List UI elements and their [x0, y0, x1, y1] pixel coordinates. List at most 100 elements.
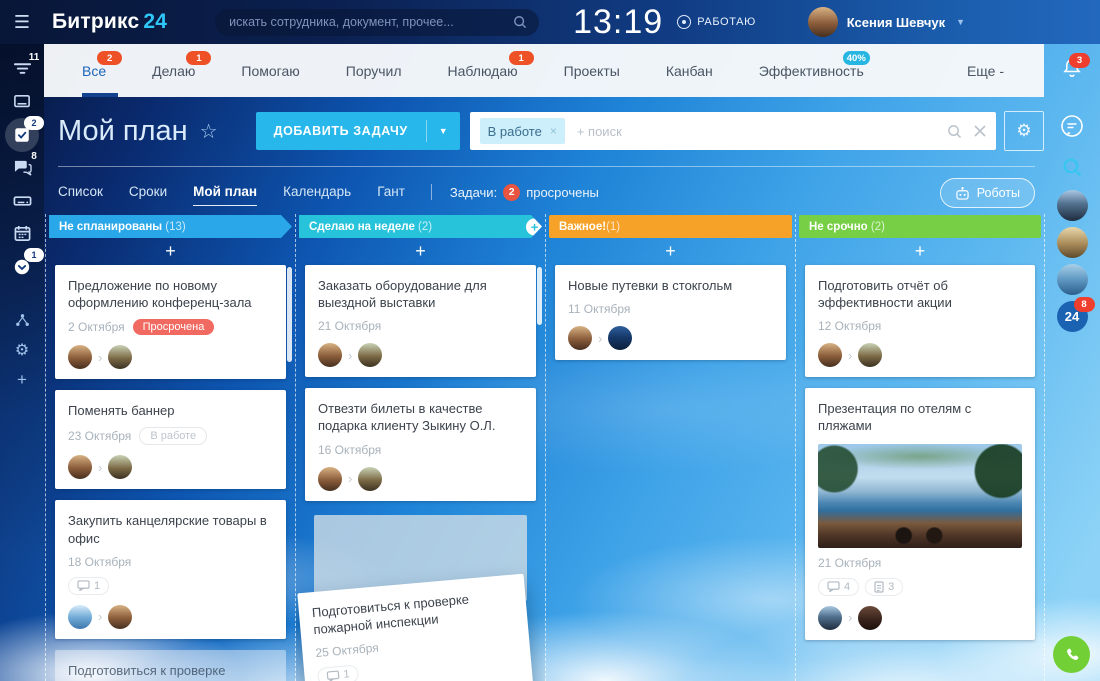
filter-search-input[interactable] [574, 122, 947, 140]
assignee-avatar[interactable] [358, 466, 383, 491]
comments-count: 1 [343, 668, 351, 681]
task-due-date: 23 Октября [68, 429, 132, 444]
global-search[interactable] [215, 8, 540, 36]
tab-7[interactable]: Канбан [666, 44, 713, 97]
quick-search-button[interactable] [1062, 157, 1083, 178]
logo-number: 24 [143, 10, 168, 33]
favorite-star-icon[interactable]: ☆ [200, 119, 218, 144]
assignee-avatar[interactable] [608, 326, 633, 351]
creator-avatar[interactable] [68, 345, 92, 370]
column-header[interactable]: Сделаю на неделе (2) + [299, 215, 542, 238]
assignee-avatar[interactable] [108, 604, 133, 629]
creator-avatar[interactable] [68, 604, 92, 629]
sidebar-item-monitor[interactable] [4, 85, 40, 118]
add-task-dropdown-icon[interactable]: ▼ [427, 126, 460, 136]
work-status-toggle[interactable]: РАБОТАЮ [677, 15, 756, 29]
tab-6[interactable]: Проекты [564, 44, 620, 97]
column-add-icon[interactable]: + [526, 218, 543, 235]
sidebar-item-plus[interactable]: + [4, 365, 40, 395]
messenger-button[interactable] [1059, 113, 1085, 139]
creator-avatar[interactable] [318, 466, 342, 491]
sidebar-item-feed[interactable]: 11 [4, 52, 40, 85]
tab-3[interactable]: Помогаю [241, 44, 299, 97]
call-button[interactable] [1053, 636, 1090, 673]
add-task-button[interactable]: ДОБАВИТЬ ЗАДАЧУ ▼ [255, 112, 460, 150]
overdue-count-badge: 2 [503, 183, 521, 201]
task-card[interactable]: Поменять баннер 23 Октября В работе › [55, 390, 286, 490]
notifications-button[interactable]: 3 [1061, 53, 1090, 79]
sidebar-item-calendar[interactable] [4, 217, 40, 250]
b24-badge: 8 [1073, 297, 1095, 312]
sidebar-item-tasks[interactable]: 2 [4, 116, 44, 152]
filter-search-icon[interactable] [947, 124, 962, 139]
overdue-counter-prefix: Задачи: [449, 184, 498, 200]
filter-search-bar[interactable]: В работе × [469, 112, 996, 150]
checklist-badge: 3 [865, 577, 904, 596]
view-tab-4[interactable]: Календарь [283, 184, 351, 206]
recent-contact-2[interactable] [1056, 227, 1088, 258]
task-card[interactable]: Отвезти билеты в качестве подарка клиент… [305, 388, 536, 501]
sidebar-item-gear[interactable]: ⚙ [4, 335, 40, 365]
overdue-counter-suffix: просрочены [526, 184, 599, 200]
tab-4[interactable]: Поручил [346, 44, 402, 97]
tab-8[interactable]: Эффективность 40% [759, 44, 870, 97]
creator-avatar[interactable] [568, 326, 592, 351]
menu-icon[interactable]: ☰ [0, 12, 44, 33]
global-search-input[interactable] [227, 14, 514, 30]
filter-clear-icon[interactable] [974, 125, 986, 137]
assignee-avatar[interactable] [108, 345, 133, 370]
assignee-avatar[interactable] [358, 343, 383, 368]
creator-avatar[interactable] [318, 343, 342, 368]
tab-1[interactable]: Все 2 [82, 44, 123, 97]
remove-filter-icon[interactable]: × [550, 124, 557, 138]
column-header[interactable]: Важное! (1) [549, 215, 792, 238]
robots-button[interactable]: Роботы [939, 178, 1035, 208]
creator-avatar[interactable] [818, 605, 842, 630]
view-tab-3[interactable]: Мой план [193, 184, 258, 206]
column-quick-add-button[interactable]: + [296, 238, 545, 265]
creator-avatar[interactable] [818, 343, 842, 368]
column-quick-add-button[interactable]: + [796, 238, 1044, 265]
task-due-date: 11 Октября [568, 302, 631, 317]
creator-avatar[interactable] [68, 455, 92, 480]
kanban-column-1: Не спланированы (13) + Предложение по ново… [45, 214, 295, 681]
column-quick-add-button[interactable]: + [46, 238, 295, 265]
task-card[interactable]: Закупить канцелярские товары в офис 18 Ок… [55, 500, 286, 639]
column-header[interactable]: Не спланированы (13) [49, 215, 292, 238]
comments-badge: 1 [68, 576, 110, 595]
sidebar-item-chat[interactable]: 8 [4, 151, 40, 184]
view-tab-5[interactable]: Гант [377, 184, 405, 206]
task-card[interactable]: Новые путевки в стокгольм 11 Октября › [555, 265, 786, 361]
assignee-avatar[interactable] [108, 455, 133, 480]
recent-contact-1[interactable] [1056, 190, 1088, 221]
user-menu[interactable]: Ксения Шевчук ▼ [807, 7, 965, 37]
sidebar-item-time[interactable]: 1 [4, 248, 44, 283]
assignee-avatar[interactable] [858, 605, 883, 630]
board-settings-button[interactable]: ⚙ [1004, 111, 1044, 151]
task-filter-tabbar: Все 2 Делаю 1 Помогаю Поручил Наблюдаю 1 Проекты… [44, 44, 1044, 97]
task-card[interactable]: Презентация по отелям с пляжами 21 Октябр… [805, 388, 1035, 640]
task-card[interactable]: Подготовиться к проверке пожарной инспек… [55, 649, 286, 681]
column-header[interactable]: Не срочно (2) [799, 215, 1041, 238]
assignee-avatar[interactable] [858, 343, 883, 368]
recent-contact-3[interactable] [1056, 264, 1088, 295]
filter-tag-in-progress[interactable]: В работе × [479, 118, 565, 144]
sidebar-item-drive[interactable] [4, 184, 40, 217]
task-card[interactable]: Заказать оборудование для выездной выста… [305, 265, 536, 378]
task-due-date: 21 Октября [818, 555, 882, 570]
bitrix24-network-button[interactable]: 24 8 [1056, 297, 1095, 332]
task-card[interactable]: Подготовиться к проверке пожарной инспек… [297, 573, 536, 681]
tab-5[interactable]: Наблюдаю 1 [448, 44, 534, 97]
task-card[interactable]: Предложение по новому оформлению конфере… [55, 265, 286, 380]
column-scrollbar[interactable] [287, 267, 292, 362]
column-quick-add-button[interactable]: + [546, 238, 795, 265]
tab-9[interactable]: Еще - [967, 44, 1004, 97]
tab-2[interactable]: Делаю 1 [152, 44, 212, 97]
view-tab-2[interactable]: Сроки [129, 184, 167, 206]
sidebar-item-structure[interactable] [4, 305, 40, 335]
comments-badge: 1 [316, 664, 360, 681]
task-title: Подготовить отчёт об эффективности акции [818, 278, 952, 311]
column-scrollbar[interactable] [537, 267, 542, 325]
task-card[interactable]: Подготовить отчёт об эффективности акции… [805, 265, 1035, 378]
view-tab-1[interactable]: Список [58, 184, 103, 206]
